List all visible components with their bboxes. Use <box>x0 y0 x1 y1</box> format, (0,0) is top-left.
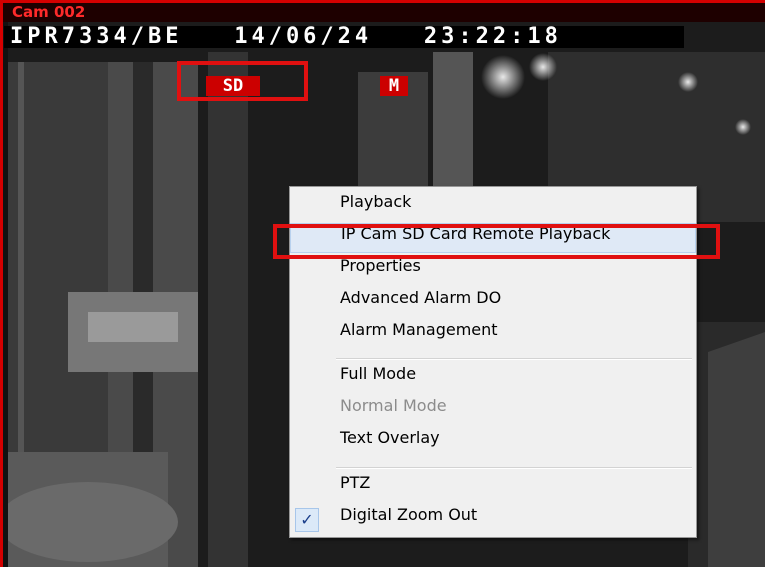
osd-info: IPR7334/BE 14/06/24 23:22:18 <box>10 24 562 50</box>
menu-item-label: Alarm Management <box>340 320 498 339</box>
camera-view[interactable]: Cam 002 IPR7334/BE 14/06/24 23:22:18 SD … <box>0 0 765 567</box>
menu-item-label: Normal Mode <box>340 396 447 415</box>
sd-annotation-box <box>177 61 308 101</box>
menu-item-label: Digital Zoom Out <box>340 505 478 524</box>
motion-badge: M <box>380 76 408 96</box>
menu-item-properties[interactable]: Properties <box>290 256 696 286</box>
checkmark-icon: ✓ <box>295 508 319 532</box>
osd-time: 23:22:18 <box>423 24 562 49</box>
menu-separator <box>336 358 692 360</box>
menu-item-label: Full Mode <box>340 364 417 383</box>
menu-item-annotation-box <box>273 224 720 259</box>
camera-label: Cam 002 <box>12 3 86 21</box>
menu-item-alarm-management[interactable]: Alarm Management <box>290 320 696 350</box>
menu-item-label: Properties <box>340 256 421 275</box>
osd-camera-id: IPR7334/BE <box>10 24 183 49</box>
menu-item-label: Text Overlay <box>340 428 440 447</box>
menu-item-label: PTZ <box>340 473 371 492</box>
menu-item-label: Playback <box>340 192 412 211</box>
menu-item-playback[interactable]: Playback <box>290 192 696 222</box>
camera-titlebar <box>3 3 765 22</box>
menu-item-advanced-alarm-do[interactable]: Advanced Alarm DO <box>290 288 696 318</box>
menu-separator <box>336 467 692 469</box>
menu-item-normal-mode: Normal Mode <box>290 396 696 426</box>
menu-item-digital-zoom-out[interactable]: ✓ Digital Zoom Out <box>290 505 696 535</box>
menu-item-ptz[interactable]: PTZ <box>290 473 696 503</box>
menu-item-label: Advanced Alarm DO <box>340 288 502 307</box>
menu-item-text-overlay[interactable]: Text Overlay <box>290 428 696 458</box>
menu-item-full-mode[interactable]: Full Mode <box>290 364 696 394</box>
osd-date: 14/06/24 <box>234 24 373 49</box>
